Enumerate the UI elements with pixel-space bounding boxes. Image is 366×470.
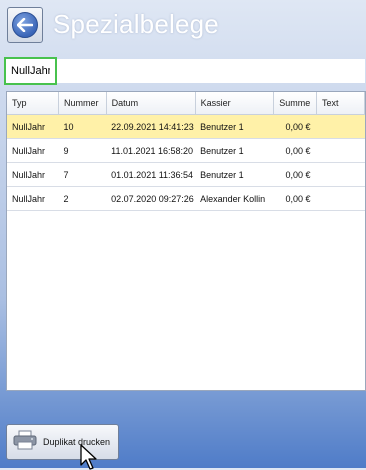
cell-text [316, 138, 365, 163]
back-arrow-icon [12, 12, 38, 38]
column-header-nummer[interactable]: Nummer [58, 92, 107, 115]
cell-nummer: 9 [58, 138, 107, 163]
table-header-row: Typ Nummer Datum Kassier Summe Text [7, 92, 365, 115]
cell-datum: 01.01.2021 11:36:54 [106, 162, 196, 187]
cell-kassier: Benutzer 1 [195, 114, 274, 139]
cell-text [316, 162, 365, 187]
table-row[interactable]: NullJahr 7 01.01.2021 11:36:54 Benutzer … [7, 162, 365, 187]
mouse-cursor-icon [80, 444, 97, 470]
table-row[interactable]: NullJahr 2 02.07.2020 09:27:26 Alexander… [7, 186, 365, 211]
cell-kassier: Benutzer 1 [195, 162, 274, 187]
cell-typ: NullJahr [7, 162, 59, 187]
cell-datum: 11.01.2021 16:58:20 [106, 138, 196, 163]
cell-summe: 0,00 € [273, 186, 317, 211]
cell-datum: 02.07.2020 09:27:26 [106, 186, 196, 211]
cell-text [316, 114, 365, 139]
cell-kassier: Benutzer 1 [195, 138, 274, 163]
printer-icon [13, 430, 37, 455]
table-row[interactable]: NullJahr 9 11.01.2021 16:58:20 Benutzer … [7, 138, 365, 163]
cell-typ: NullJahr [7, 138, 59, 163]
cell-summe: 0,00 € [273, 114, 317, 139]
cell-summe: 0,00 € [273, 138, 317, 163]
cell-kassier: Alexander Kollin [195, 186, 274, 211]
filter-area [57, 59, 365, 83]
cell-nummer: 7 [58, 162, 107, 187]
filter-input[interactable] [4, 57, 57, 85]
column-header-text[interactable]: Text [316, 92, 365, 115]
cell-datum: 22.09.2021 14:41:23 [106, 114, 196, 139]
print-duplicate-button[interactable]: Duplikat drucken [6, 424, 119, 460]
page-title: Spezialbelege [53, 9, 219, 39]
receipts-table[interactable]: Typ Nummer Datum Kassier Summe Text Null… [6, 91, 366, 391]
column-header-kassier[interactable]: Kassier [195, 92, 275, 115]
column-header-summe[interactable]: Summe [273, 92, 317, 115]
cell-typ: NullJahr [7, 186, 59, 211]
cell-nummer: 10 [58, 114, 107, 139]
column-header-typ[interactable]: Typ [7, 92, 59, 115]
back-button[interactable] [7, 7, 43, 43]
column-header-datum[interactable]: Datum [106, 92, 196, 115]
cell-typ: NullJahr [7, 114, 59, 139]
cell-summe: 0,00 € [273, 162, 317, 187]
cell-nummer: 2 [58, 186, 107, 211]
table-row-selected[interactable]: NullJahr 10 22.09.2021 14:41:23 Benutzer… [7, 114, 365, 139]
cell-text [316, 186, 365, 211]
